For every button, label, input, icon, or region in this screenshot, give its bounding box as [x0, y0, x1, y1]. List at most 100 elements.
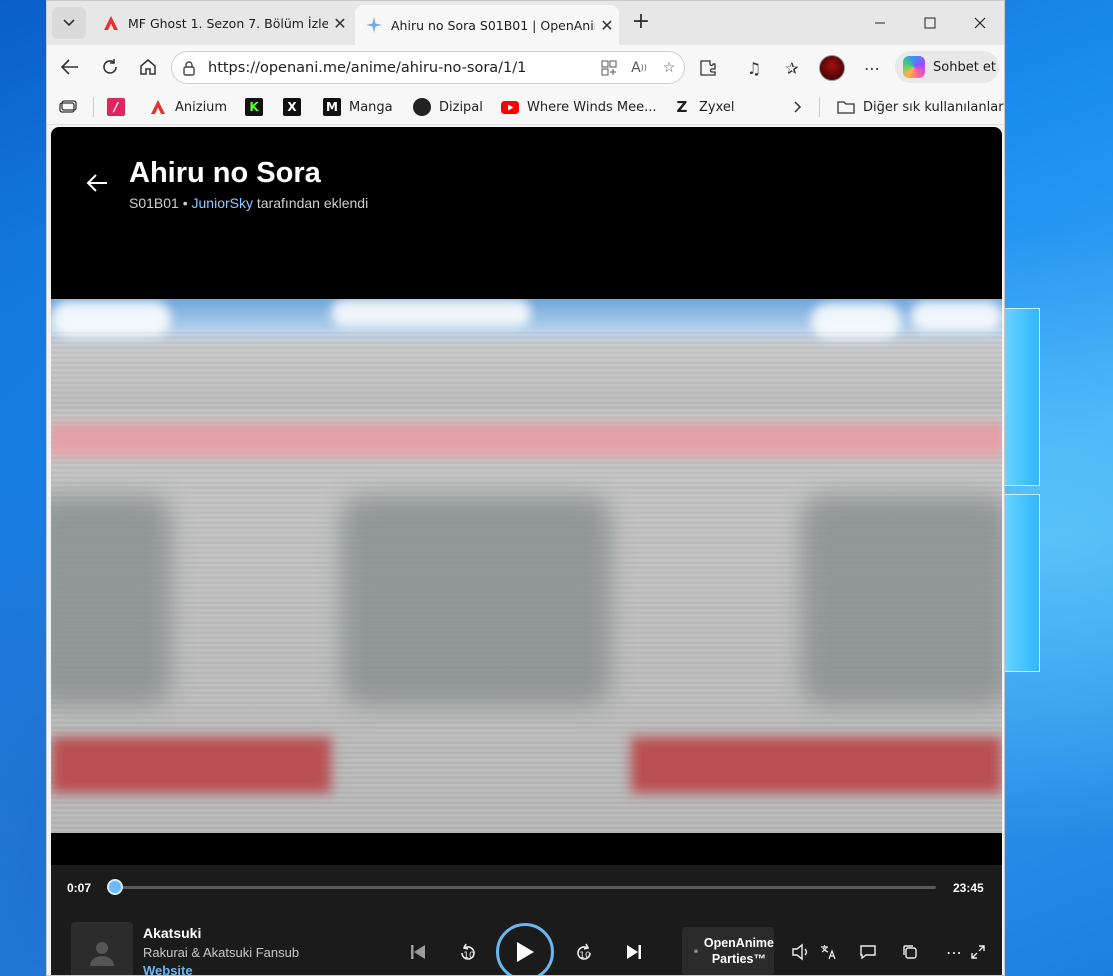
maximize-icon: [924, 17, 936, 29]
other-favorites-label: Diğer sık kullanılanlar: [863, 99, 1004, 115]
bookmark-k[interactable]: K: [245, 95, 271, 119]
more-options-icon[interactable]: ⋯: [859, 55, 885, 81]
fansub-name: Akatsuki: [143, 925, 202, 941]
new-tab-button[interactable]: +: [627, 9, 655, 37]
next-episode-button[interactable]: [623, 941, 645, 963]
seek-handle[interactable]: [107, 879, 124, 895]
url-input[interactable]: [208, 59, 594, 76]
bookmark-label: Zyxel: [699, 99, 735, 115]
bookmarks-overflow-button[interactable]: [789, 95, 815, 119]
windows-logo-pane: [1000, 494, 1040, 672]
tab-actions-button[interactable]: [52, 7, 86, 39]
play-button[interactable]: [496, 923, 554, 975]
quality-button[interactable]: [817, 941, 839, 963]
divider: [93, 97, 94, 117]
parties-label: OpenAnime Parties™: [704, 935, 774, 967]
close-tab-icon[interactable]: ✕: [328, 14, 352, 33]
train-window: [341, 495, 611, 705]
expand-icon: [971, 945, 985, 959]
youtube-icon: [501, 98, 519, 116]
windows-logo-pane: [1000, 308, 1040, 486]
seek-bar[interactable]: [107, 879, 936, 895]
home-icon: [140, 59, 156, 75]
tab-ahiru-no-sora[interactable]: Ahiru no Sora S01B01 | OpenAnime ✕: [355, 5, 619, 45]
slash-logo-icon: /: [107, 98, 125, 116]
close-tab-icon[interactable]: ✕: [595, 16, 619, 35]
bookmark-dizipal[interactable]: Dizipal: [413, 95, 483, 119]
chevron-down-icon: [63, 19, 75, 27]
group-icon: [694, 949, 698, 953]
m-logo-icon: M: [323, 98, 341, 116]
bookmark-collections[interactable]: [59, 95, 85, 119]
back-button[interactable]: [55, 52, 85, 82]
copilot-label: Sohbet et: [933, 59, 997, 75]
k-logo-icon: K: [245, 98, 263, 116]
profile-avatar[interactable]: [819, 55, 845, 81]
rewind-10-button[interactable]: 10: [453, 935, 483, 969]
bookmark-anizium[interactable]: Anizium: [149, 95, 227, 119]
close-icon: [974, 17, 986, 29]
fansub-avatar: [71, 922, 133, 975]
skip-previous-icon: [411, 945, 425, 959]
fansub-website-link[interactable]: Website: [143, 963, 193, 975]
uploader-suffix: tarafından eklendi: [256, 195, 369, 211]
favorites-icon[interactable]: ✰: [779, 55, 805, 81]
parties-line-2: Parties™: [711, 952, 767, 966]
extensions-icon[interactable]: [695, 55, 721, 81]
rewind-seconds: 10: [463, 951, 475, 961]
cloud: [911, 301, 1002, 331]
browser-window: MF Ghost 1. Sezon 7. Bölüm İzle - A ✕ Ah…: [46, 0, 1005, 976]
copilot-icon: [903, 56, 925, 78]
copilot-button[interactable]: Sohbet et: [895, 51, 999, 83]
bookmark-manga[interactable]: M Manga: [323, 95, 393, 119]
previous-episode-button[interactable]: [407, 941, 429, 963]
lock-icon[interactable]: [182, 60, 198, 76]
home-button[interactable]: [133, 52, 163, 82]
player-controls: 0:07 23:45 Akatsuki Rakurai & Akatsuki F…: [51, 865, 1002, 975]
translate-icon: [821, 945, 836, 960]
bookmark-slash[interactable]: /: [107, 95, 133, 119]
video-frame[interactable]: [51, 299, 1002, 833]
favorite-star-icon[interactable]: ☆: [654, 60, 684, 76]
close-window-button[interactable]: [955, 1, 1004, 45]
fullscreen-button[interactable]: [967, 941, 989, 963]
episode-code: S01B01: [129, 195, 179, 211]
maximize-button[interactable]: [905, 1, 955, 45]
bookmark-x[interactable]: X: [283, 95, 309, 119]
refresh-button[interactable]: [95, 52, 125, 82]
skip-next-icon: [627, 945, 641, 959]
uploader-link[interactable]: JuniorSky: [192, 195, 253, 211]
pip-button[interactable]: [899, 941, 921, 963]
read-aloud-icon[interactable]: A)): [624, 60, 654, 76]
openanime-parties-button[interactable]: OpenAnime Parties™: [682, 927, 774, 975]
more-button[interactable]: ⋯: [943, 941, 965, 963]
volume-button[interactable]: [791, 941, 813, 963]
other-favorites-folder[interactable]: Diğer sık kullanılanlar: [837, 95, 1004, 119]
minimize-button[interactable]: [855, 1, 905, 45]
arrow-left-icon: [86, 174, 107, 192]
separator: •: [182, 195, 188, 211]
address-bar[interactable]: A)) ☆: [171, 51, 685, 84]
play-icon: [517, 942, 534, 962]
back-to-series-button[interactable]: [83, 169, 111, 197]
train-window: [51, 495, 171, 705]
bookmark-label: Manga: [349, 99, 393, 115]
train-stripe: [51, 419, 1002, 461]
media-control-icon[interactable]: ♫: [741, 55, 767, 81]
bookmark-zyxel[interactable]: Z Zyxel: [673, 95, 735, 119]
comment-icon: [860, 945, 876, 960]
chevron-right-icon: [789, 98, 807, 116]
parties-line-1: OpenAnime: [703, 936, 774, 950]
volume-icon: [792, 943, 807, 961]
train-stripe: [631, 737, 1002, 793]
tab-mf-ghost[interactable]: MF Ghost 1. Sezon 7. Bölüm İzle - A ✕: [92, 5, 352, 41]
current-time: 0:07: [67, 881, 92, 895]
windows-logo: [1000, 308, 1040, 672]
user-icon: [90, 942, 114, 966]
x-logo-icon: X: [283, 98, 301, 116]
app-available-icon[interactable]: [594, 60, 624, 76]
anizium-icon: [149, 98, 167, 116]
bookmark-where-winds-meet[interactable]: Where Winds Mee...: [501, 95, 656, 119]
subtitles-button[interactable]: [857, 941, 879, 963]
forward-10-button[interactable]: 10: [569, 935, 599, 969]
